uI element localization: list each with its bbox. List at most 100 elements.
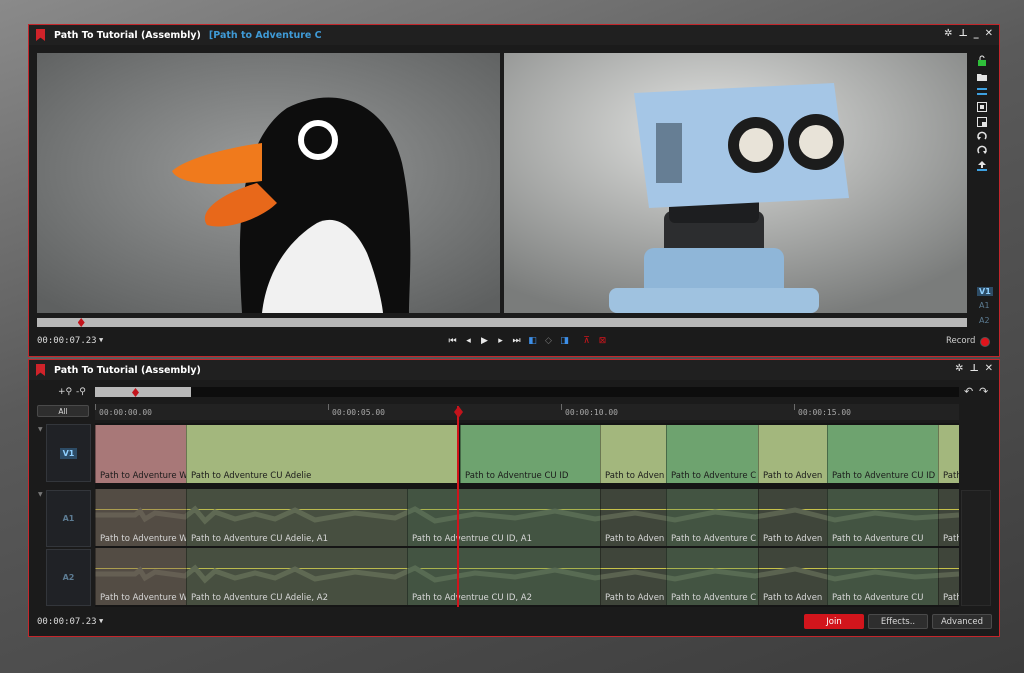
video-clip[interactable]: Path to Adventure CU Adelie	[186, 425, 458, 483]
join-button[interactable]: Join	[804, 614, 864, 629]
viewer-timecode-dropdown-icon[interactable]: ▼	[99, 336, 103, 344]
audio-track-a1: Path to Adventure W Path to Adventure CU…	[95, 489, 959, 546]
audio-clip[interactable]: Path to Adventure CU Adelie, A2	[186, 548, 407, 605]
track-header-v1[interactable]: V1	[46, 424, 91, 482]
zoom-out-icon[interactable]: -⚲	[76, 387, 86, 397]
fullscreen-icon[interactable]	[976, 101, 988, 113]
step-back-icon[interactable]: ◂	[463, 335, 474, 346]
timeline-timecode-dropdown-icon[interactable]: ▼	[99, 617, 103, 625]
audio-collapse-icon[interactable]: ▼	[38, 491, 43, 498]
minimize-icon[interactable]: _	[974, 28, 979, 39]
audio-clip[interactable]: Path to Adventure C	[666, 489, 758, 546]
viewer-track-v1[interactable]: V1	[977, 287, 993, 296]
overview-visible-region[interactable]	[95, 387, 191, 397]
play-icon[interactable]: ▶	[479, 335, 490, 346]
pip-icon[interactable]	[976, 116, 988, 128]
go-to-start-icon[interactable]: ⏮	[447, 335, 458, 346]
track-header-a2[interactable]: A2	[46, 549, 91, 606]
audio-clip[interactable]: Path to Adventrue CU ID, A2	[407, 548, 600, 605]
redo-icon[interactable]	[976, 145, 988, 157]
audio-clip[interactable]: Path to Adven	[758, 548, 827, 605]
timeline-vertical-scrollbar[interactable]	[961, 490, 991, 606]
close-icon[interactable]: ✕	[985, 363, 993, 374]
track-label-a2: A2	[62, 573, 75, 582]
audio-clip[interactable]: Path to Adven	[758, 489, 827, 546]
record-label: Record	[946, 336, 976, 346]
timeline-title-bar: Path To Tutorial (Assembly) ✲ ⊥ ✕	[29, 360, 999, 380]
timeline-playhead[interactable]	[457, 406, 459, 607]
audio-clip[interactable]: Path to Adven	[600, 489, 666, 546]
mark-in-icon[interactable]: ◧	[527, 335, 538, 346]
ruler-label: 00:00:05.00	[332, 408, 385, 417]
track-header-a1[interactable]: A1	[46, 490, 91, 547]
ruler-label: 00:00:10.00	[565, 408, 618, 417]
mark-clip-icon[interactable]: ◇	[543, 335, 554, 346]
pin-icon[interactable]: ⊥	[958, 28, 967, 39]
record-icon[interactable]	[981, 338, 989, 346]
overwrite-icon[interactable]: ⊠	[597, 335, 608, 346]
audio-clip[interactable]: Path	[938, 489, 959, 546]
video-clip[interactable]: Path to Adventrue CU ID	[460, 425, 600, 483]
source-video-right[interactable]	[504, 53, 967, 313]
timeline-timecode[interactable]: 00:00:07.23	[37, 617, 97, 627]
video-clip[interactable]: Path to Adven	[758, 425, 827, 483]
audio-clip[interactable]: Path to Adventrue CU ID, A1	[407, 489, 600, 546]
viewer-clip-link[interactable]: [Path to Adventure C	[209, 30, 322, 41]
go-to-end-icon[interactable]: ⏭	[511, 335, 522, 346]
audio-clip[interactable]: Path to Adventure CU	[827, 489, 938, 546]
track-label-v1: V1	[59, 447, 78, 459]
ruler-tick	[95, 404, 96, 410]
video-clip[interactable]: Path to Adventure W	[95, 425, 186, 483]
v1-collapse-icon[interactable]: ▼	[38, 426, 43, 433]
timeline-panel: Path To Tutorial (Assembly) ✲ ⊥ ✕ +⚲ -⚲ …	[28, 359, 1000, 637]
settings-icon[interactable]: ✲	[955, 363, 963, 374]
audio-clip[interactable]: Path to Adventure W	[95, 548, 186, 605]
viewer-scrub-bar[interactable]	[37, 318, 967, 327]
pin-icon[interactable]: ⊥	[969, 363, 978, 374]
viewer-track-a2[interactable]: A2	[979, 316, 990, 325]
audio-clip[interactable]: Path to Adventure W	[95, 489, 186, 546]
timeline-overview-bar[interactable]	[95, 387, 959, 397]
ruler-label: 00:00:00.00	[99, 408, 152, 417]
video-clip[interactable]: Path	[938, 425, 959, 483]
undo-icon[interactable]	[976, 131, 988, 143]
viewer-title: Path To Tutorial (Assembly)	[54, 29, 201, 41]
close-icon[interactable]: ✕	[985, 28, 993, 39]
zoom-in-icon[interactable]: +⚲	[58, 387, 72, 397]
video-clip[interactable]: Path to Adventure CU ID	[827, 425, 938, 483]
viewer-panel: Path To Tutorial (Assembly) [Path to Adv…	[28, 24, 1000, 357]
overlay-icon[interactable]	[976, 86, 988, 98]
lock-icon[interactable]	[976, 55, 988, 67]
timeline-redo-icon[interactable]: ↷	[979, 385, 988, 398]
audio-clip[interactable]: Path to Adven	[600, 548, 666, 605]
timeline-undo-icon[interactable]: ↶	[964, 385, 973, 398]
tracks-area: Path to Adventure W Path to Adventure CU…	[95, 423, 959, 607]
timeline-window-controls: ✲ ⊥ ✕	[955, 363, 993, 374]
audio-clip[interactable]: Path	[938, 548, 959, 605]
timeline-ruler[interactable]: 00:00:00.00 00:00:05.00 00:00:10.00 00:0…	[95, 404, 959, 420]
viewer-timecode[interactable]: 00:00:07.23	[37, 336, 97, 346]
ruler-label: 00:00:15.00	[798, 408, 851, 417]
audio-clip[interactable]: Path to Adventure CU	[827, 548, 938, 605]
mark-out-icon[interactable]: ◨	[559, 335, 570, 346]
video-clip[interactable]: Path to Adven	[600, 425, 666, 483]
video-clip[interactable]: Path to Adventure C	[666, 425, 758, 483]
viewer-track-a1[interactable]: A1	[979, 301, 990, 310]
viewer-playhead-marker[interactable]	[77, 318, 85, 327]
insert-icon[interactable]: ⊼	[581, 335, 592, 346]
viewer-window-controls: ✲ ⊥ _ ✕	[944, 28, 993, 39]
effects-button[interactable]: Effects..	[868, 614, 928, 629]
audio-clip[interactable]: Path to Adventure CU Adelie, A1	[186, 489, 407, 546]
source-video-left[interactable]	[37, 53, 500, 313]
export-icon[interactable]	[976, 160, 988, 172]
folder-icon[interactable]	[976, 71, 988, 83]
video-track-v1: Path to Adventure W Path to Adventure CU…	[95, 425, 959, 483]
all-tracks-button[interactable]: All	[37, 405, 89, 417]
robot-image	[504, 53, 967, 313]
step-forward-icon[interactable]: ▸	[495, 335, 506, 346]
advanced-button[interactable]: Advanced	[932, 614, 992, 629]
audio-clip[interactable]: Path to Adventure C	[666, 548, 758, 605]
bookmark-icon	[36, 364, 45, 376]
ruler-tick	[794, 404, 795, 410]
settings-icon[interactable]: ✲	[944, 28, 952, 39]
